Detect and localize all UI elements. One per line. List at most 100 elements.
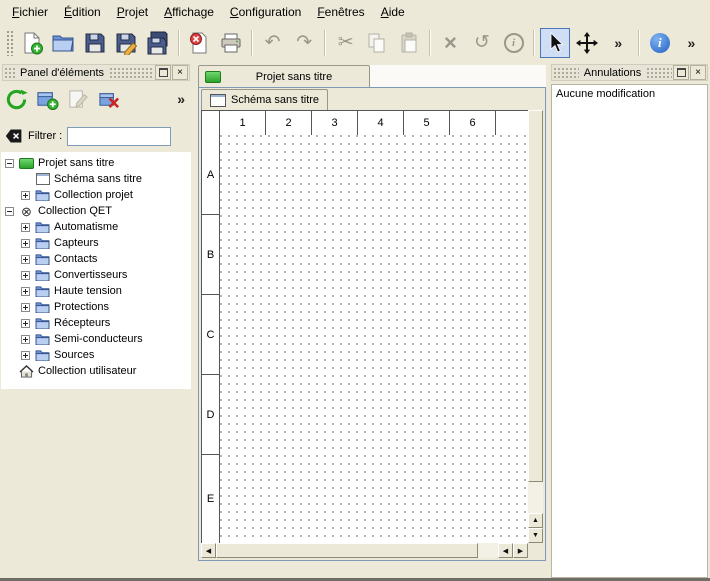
canvas-row: B — [202, 215, 528, 295]
tree-item-capteurs[interactable]: Capteurs — [1, 235, 191, 251]
conductor-info-button[interactable]: i — [499, 28, 529, 58]
tree-item-convertisseurs[interactable]: Convertisseurs — [1, 267, 191, 283]
tree-item-sources[interactable]: Sources — [1, 347, 191, 363]
toolbar-overflow-button[interactable]: » — [603, 28, 633, 58]
scroll-down-button[interactable]: ▼ — [528, 528, 543, 543]
scroll-up-button[interactable]: ▲ — [528, 513, 543, 528]
tree-item-collection-projet[interactable]: Collection projet — [1, 187, 191, 203]
save-as-button[interactable] — [112, 28, 142, 58]
schema-view: 1 2 3 4 5 6 A B — [201, 110, 543, 558]
tree-item-collection-qet[interactable]: ⊗ Collection QET — [1, 203, 191, 219]
tree-item-protections[interactable]: Protections — [1, 299, 191, 315]
expand-icon[interactable] — [21, 255, 30, 264]
grid-area[interactable] — [220, 295, 528, 375]
save-all-button[interactable] — [143, 28, 173, 58]
grid-area[interactable] — [220, 135, 528, 215]
delete-button[interactable]: × — [436, 28, 466, 58]
tree-item-semi-conducteurs[interactable]: Semi-conducteurs — [1, 331, 191, 347]
clear-filter-button[interactable] — [5, 127, 23, 145]
tree-item-automatisme[interactable]: Automatisme — [1, 219, 191, 235]
grid-area[interactable] — [220, 455, 528, 543]
tree-item-contacts[interactable]: Contacts — [1, 251, 191, 267]
expand-icon[interactable] — [21, 287, 30, 296]
grid-area[interactable] — [220, 215, 528, 295]
column-label: 6 — [450, 111, 496, 135]
header-filler — [496, 111, 528, 135]
toolbar-separator — [429, 30, 431, 56]
canvas-row: C — [202, 295, 528, 375]
open-folder-icon — [51, 31, 75, 55]
expand-icon[interactable] — [21, 319, 30, 328]
menu-affichage[interactable]: Affichage — [156, 2, 222, 22]
dock-float-button[interactable] — [155, 65, 171, 80]
dock-drag-handle — [4, 67, 15, 78]
redo-button[interactable]: ↷ — [289, 28, 319, 58]
rotate-button[interactable]: ↺ — [467, 28, 497, 58]
move-mode-button[interactable] — [572, 28, 602, 58]
expand-icon[interactable] — [21, 271, 30, 280]
dock-float-button[interactable] — [673, 65, 689, 80]
horizontal-scroll-thumb[interactable] — [216, 543, 478, 558]
move-cross-icon — [575, 31, 599, 55]
about-button[interactable]: i — [645, 28, 675, 58]
menu-fenetres[interactable]: Fenêtres — [309, 2, 372, 22]
tree-item-project[interactable]: Projet sans titre — [1, 155, 191, 171]
expand-icon[interactable] — [21, 239, 30, 248]
new-document-button[interactable] — [17, 28, 47, 58]
close-file-icon — [187, 31, 211, 55]
copy-button[interactable] — [363, 28, 393, 58]
print-button[interactable] — [216, 28, 246, 58]
menu-aide[interactable]: Aide — [373, 2, 413, 22]
tree-item-collection-utilisateur[interactable]: Collection utilisateur — [1, 363, 191, 379]
elements-panel-titlebar[interactable]: Panel d'éléments × — [2, 64, 190, 81]
scroll-left-button[interactable]: ◀ — [201, 543, 216, 558]
schema-tab-label: Schéma sans titre — [231, 94, 319, 106]
expand-icon[interactable] — [21, 303, 30, 312]
save-button[interactable] — [80, 28, 110, 58]
expand-icon[interactable] — [21, 223, 30, 232]
open-button[interactable] — [48, 28, 78, 58]
dock-close-button[interactable]: × — [690, 65, 706, 80]
schema-tab[interactable]: Schéma sans titre — [201, 89, 328, 110]
delete-element-icon — [98, 88, 121, 111]
expand-icon[interactable] — [21, 335, 30, 344]
cut-button[interactable]: ✂ — [331, 28, 361, 58]
tree-item-recepteurs[interactable]: Récepteurs — [1, 315, 191, 331]
scroll-right-button[interactable]: ▶ — [513, 543, 528, 558]
schema-canvas[interactable]: 1 2 3 4 5 6 A B — [201, 110, 528, 543]
menu-edition[interactable]: Édition — [56, 2, 109, 22]
dock-drag-handle — [646, 67, 672, 78]
reload-collections-button[interactable] — [2, 85, 30, 113]
panel-toolbar-overflow-button[interactable]: » — [177, 91, 185, 107]
close-file-button[interactable] — [185, 28, 215, 58]
row-label: C — [202, 295, 220, 375]
project-tab[interactable]: Projet sans titre — [198, 65, 370, 87]
undo-panel-titlebar[interactable]: Annulations × — [551, 64, 708, 81]
menu-fichier[interactable]: Fichier — [4, 2, 56, 22]
float-icon — [159, 68, 168, 77]
collapse-icon[interactable] — [5, 159, 14, 168]
menu-projet[interactable]: Projet — [109, 2, 156, 22]
collapse-icon[interactable] — [5, 207, 14, 216]
toolbar-extension-button[interactable]: » — [677, 28, 707, 58]
vertical-scroll-thumb[interactable] — [528, 110, 543, 482]
scroll-left-button[interactable]: ◀ — [498, 543, 513, 558]
expand-icon[interactable] — [21, 351, 30, 360]
dock-close-button[interactable]: × — [172, 65, 188, 80]
filter-input[interactable] — [67, 127, 171, 146]
paste-button[interactable] — [394, 28, 424, 58]
tree-item-haute-tension[interactable]: Haute tension — [1, 283, 191, 299]
new-element-button[interactable] — [33, 85, 61, 113]
select-mode-button[interactable] — [540, 28, 570, 58]
arrow-left-icon: ◀ — [503, 547, 508, 555]
undo-button[interactable]: ↶ — [258, 28, 288, 58]
edit-element-button[interactable] — [64, 85, 92, 113]
folder-icon — [35, 300, 50, 314]
expand-icon[interactable] — [21, 191, 30, 200]
project-icon — [205, 71, 221, 83]
delete-element-button[interactable] — [95, 85, 123, 113]
menu-configuration[interactable]: Configuration — [222, 2, 309, 22]
grid-area[interactable] — [220, 375, 528, 455]
tree-item-schema[interactable]: Schéma sans titre — [1, 171, 191, 187]
column-label: 3 — [312, 111, 358, 135]
